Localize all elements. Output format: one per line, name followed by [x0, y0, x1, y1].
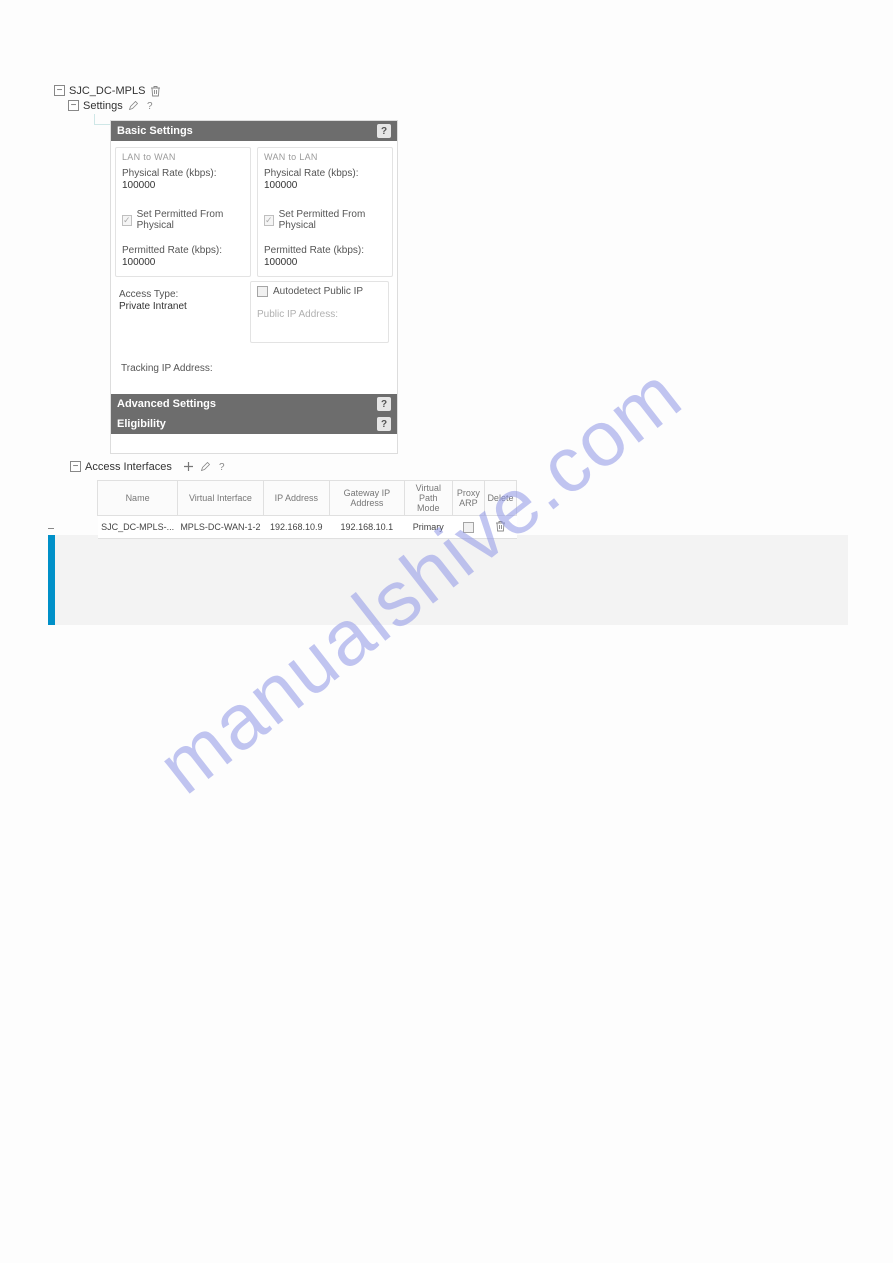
basic-settings-title: Basic Settings [117, 125, 193, 137]
svg-text:?: ? [147, 101, 153, 111]
perm-rate-value: 100000 [264, 257, 386, 268]
autodetect-checkbox[interactable]: Autodetect Public IP [257, 286, 382, 297]
cell-name: SJC_DC-MPLS-... [98, 516, 178, 539]
public-ip-label: Public IP Address: [257, 309, 382, 320]
col-ip-address: IP Address [263, 481, 329, 516]
tracking-ip-row: Tracking IP Address: [111, 359, 397, 388]
perm-rate-label: Permitted Rate (kbps): [264, 245, 386, 256]
phys-rate-label: Physical Rate (kbps): [122, 168, 244, 179]
cell-virtual-path-mode: Primary [404, 516, 452, 539]
add-icon[interactable] [182, 460, 195, 473]
collapse-icon[interactable] [68, 100, 79, 111]
eligibility-header[interactable]: Eligibility ? [111, 414, 397, 434]
col-virtual-interface: Virtual Interface [178, 481, 264, 516]
checkbox-icon [463, 522, 474, 533]
table-row[interactable]: SJC_DC-MPLS-... MPLS-DC-WAN-1-2 192.168.… [98, 516, 517, 539]
cell-ip-address: 192.168.10.9 [263, 516, 329, 539]
autodetect-label: Autodetect Public IP [273, 286, 363, 297]
access-interfaces-table: Name Virtual Interface IP Address Gatewa… [97, 480, 517, 539]
lan-to-wan-card: LAN to WAN Physical Rate (kbps): 100000 … [115, 147, 251, 277]
checkbox-icon [264, 215, 274, 226]
help-icon[interactable]: ? [377, 417, 391, 431]
perm-rate-value: 100000 [122, 257, 244, 268]
lan-to-wan-heading: LAN to WAN [122, 152, 244, 162]
tree-node-root[interactable]: SJC_DC-MPLS [54, 84, 162, 97]
access-type-value: Private Intranet [119, 301, 244, 312]
help-icon[interactable]: ? [144, 99, 157, 112]
rule-mark [48, 528, 54, 535]
tree-node-settings[interactable]: Settings ? [68, 99, 162, 112]
col-gateway-ip: Gateway IP Address [329, 481, 404, 516]
col-proxy-arp: Proxy ARP [452, 481, 484, 516]
settings-panel: Basic Settings ? LAN to WAN Physical Rat… [110, 120, 398, 454]
access-interfaces-label: Access Interfaces [85, 461, 172, 473]
cell-delete[interactable] [484, 516, 516, 539]
phys-rate-value: 100000 [122, 180, 244, 191]
access-type-block: Access Type: Private Intranet [119, 281, 244, 343]
table-header-row: Name Virtual Interface IP Address Gatewa… [98, 481, 517, 516]
col-virtual-path-mode: Virtual Path Mode [404, 481, 452, 516]
tree-settings-label: Settings [83, 100, 123, 112]
tree-root-label: SJC_DC-MPLS [69, 85, 145, 97]
phys-rate-label: Physical Rate (kbps): [264, 168, 386, 179]
col-delete: Delete [484, 481, 516, 516]
config-tree: SJC_DC-MPLS Settings ? [54, 84, 162, 114]
advanced-settings-title: Advanced Settings [117, 398, 216, 410]
edit-icon[interactable] [199, 460, 212, 473]
help-icon[interactable]: ? [377, 397, 391, 411]
trash-icon[interactable] [149, 84, 162, 97]
tracking-ip-label: Tracking IP Address: [121, 363, 213, 374]
set-permitted-checkbox[interactable]: Set Permitted From Physical [122, 209, 244, 231]
basic-settings-header[interactable]: Basic Settings ? [111, 121, 397, 141]
access-type-label: Access Type: [119, 289, 244, 300]
cell-proxy-arp[interactable] [452, 516, 484, 539]
info-banner [48, 535, 848, 625]
cell-virtual-interface: MPLS-DC-WAN-1-2 [178, 516, 264, 539]
help-icon[interactable]: ? [216, 460, 229, 473]
help-icon[interactable]: ? [377, 124, 391, 138]
edit-icon[interactable] [127, 99, 140, 112]
phys-rate-value: 100000 [264, 180, 386, 191]
wan-to-lan-card: WAN to LAN Physical Rate (kbps): 100000 … [257, 147, 393, 277]
wan-to-lan-heading: WAN to LAN [264, 152, 386, 162]
eligibility-title: Eligibility [117, 418, 166, 430]
collapse-icon[interactable] [54, 85, 65, 96]
advanced-settings-header[interactable]: Advanced Settings ? [111, 394, 397, 414]
set-permitted-label: Set Permitted From Physical [137, 209, 244, 231]
svg-text:?: ? [219, 462, 225, 472]
tree-node-access-interfaces[interactable]: Access Interfaces ? [70, 460, 229, 473]
collapse-icon[interactable] [70, 461, 81, 472]
checkbox-icon [122, 215, 132, 226]
col-name: Name [98, 481, 178, 516]
perm-rate-label: Permitted Rate (kbps): [122, 245, 244, 256]
cell-gateway-ip: 192.168.10.1 [329, 516, 404, 539]
set-permitted-label: Set Permitted From Physical [279, 209, 386, 231]
set-permitted-checkbox[interactable]: Set Permitted From Physical [264, 209, 386, 231]
checkbox-icon [257, 286, 268, 297]
public-ip-block: Autodetect Public IP Public IP Address: [250, 281, 389, 343]
